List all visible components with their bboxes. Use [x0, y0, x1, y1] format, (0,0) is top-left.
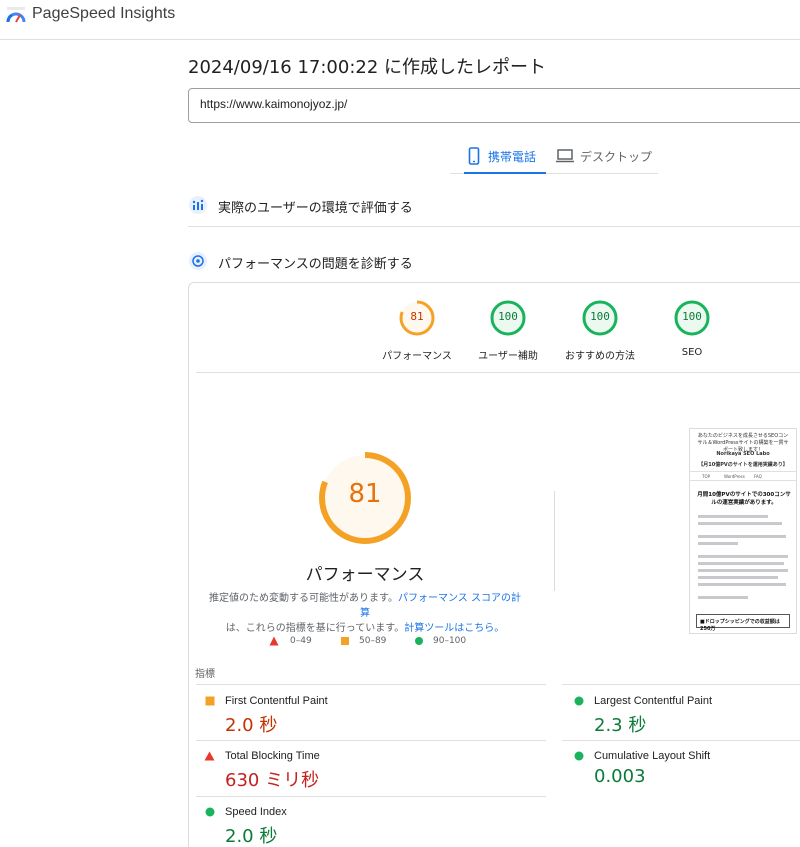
thumb-box-text: ■ドロップシッピングでの収益額は250万 — [696, 614, 790, 632]
pagespeed-logo-icon[interactable] — [5, 6, 27, 26]
metric-divider — [562, 740, 800, 741]
legend-pass-range: 90–100 — [433, 636, 467, 646]
thumb-headline: 月間10億PVのサイトでの300コンサルの運営実績があります。 — [697, 492, 791, 506]
legend-average-range: 50–89 — [359, 636, 387, 646]
thumb-nav: TOP WordPress FAQ — [690, 471, 796, 481]
score-note: 推定値のため変動する可能性があります。パフォーマンス スコアの計算 は、これらの… — [206, 591, 524, 636]
accessibility-score: 100 — [498, 310, 518, 323]
pass-circle-icon — [574, 696, 584, 706]
top-bar: PageSpeed Insights — [0, 0, 800, 40]
accessibility-gauge-label: ユーザー補助 — [478, 351, 538, 362]
thumb-tagline: 【月10億PVのサイトを運用実績あり】 — [698, 462, 788, 468]
device-tabs: 携帯電話 デスクトップ — [450, 138, 658, 174]
field-data-icon — [189, 196, 207, 214]
metric-tbt-name: Total Blocking Time — [225, 750, 320, 762]
metric-lcp-name: Largest Contentful Paint — [594, 695, 713, 707]
metric-divider — [196, 740, 546, 741]
metric-divider — [562, 684, 800, 685]
average-square-icon — [341, 637, 349, 645]
gauges-divider — [196, 372, 800, 373]
performance-gauge[interactable]: 81 — [399, 300, 435, 336]
metric-tbt-value: 630 ミリ秒 — [225, 770, 320, 791]
tab-desktop[interactable]: デスクトップ — [556, 138, 656, 174]
metric-fcp-name: First Contentful Paint — [225, 695, 328, 707]
pass-circle-icon — [574, 751, 584, 761]
performance-score: 81 — [410, 310, 424, 323]
accessibility-gauge[interactable]: 100 — [490, 300, 526, 336]
lab-data-label: パフォーマンスの問題を診断する — [218, 257, 413, 272]
seo-gauge[interactable]: 100 — [674, 300, 710, 336]
mobile-phone-icon — [468, 147, 480, 165]
field-data-label: 実際のユーザーの環境で評価する — [218, 201, 413, 216]
url-value: https://www.kaimonojyoz.jp/ — [200, 97, 348, 111]
thumb-site-name: Norikaya SEO Labo — [716, 451, 770, 457]
best-practices-score: 100 — [590, 310, 610, 323]
metric-fcp-value: 2.0 秒 — [225, 715, 278, 736]
metric-cls-value: 0.003 — [594, 766, 646, 787]
performance-big-label: パフォーマンス — [305, 565, 425, 585]
metric-lcp-value: 2.3 秒 — [594, 715, 647, 736]
thumb-nav-item: TOP — [702, 474, 711, 479]
performance-gauge-label: パフォーマンス — [382, 351, 452, 362]
tab-desktop-label: デスクトップ — [580, 150, 653, 164]
best-practices-gauge[interactable]: 100 — [582, 300, 618, 336]
metric-divider — [196, 796, 546, 797]
average-square-icon — [205, 696, 215, 706]
tab-mobile[interactable]: 携帯電話 — [464, 138, 546, 174]
pass-circle-icon — [205, 807, 215, 817]
report-title: 2024/09/16 17:00:22 に作成したレポート — [188, 57, 547, 78]
field-data-section[interactable]: 実際のユーザーの環境で評価する — [188, 185, 800, 227]
app-title[interactable]: PageSpeed Insights — [32, 5, 175, 23]
best-practices-gauge-label: おすすめの方法 — [565, 351, 635, 362]
vertical-divider — [554, 491, 555, 591]
page-screenshot-thumbnail[interactable]: あなたのビジネスを成長させるSEOコンサル＆WordPressサイトの構築を一貫… — [689, 428, 797, 634]
laptop-icon — [556, 149, 574, 163]
legend-fail-range: 0–49 — [290, 636, 312, 646]
calculator-link[interactable]: 計算ツールはこちら。 — [404, 623, 504, 634]
seo-score: 100 — [682, 310, 702, 323]
lab-data-icon — [189, 252, 207, 270]
pass-circle-icon — [415, 637, 423, 645]
thumb-nav-item: FAQ — [754, 474, 762, 479]
metric-cls-name: Cumulative Layout Shift — [594, 750, 711, 762]
tab-mobile-label: 携帯電話 — [488, 150, 537, 164]
seo-gauge-label: SEO — [681, 347, 703, 358]
score-note-middle: は、これらの指標を基に行っています。 — [225, 623, 405, 634]
score-note-prefix: 推定値のため変動する可能性があります。 — [209, 593, 398, 604]
lab-data-section[interactable]: パフォーマンスの問題を診断する — [188, 241, 800, 283]
fail-triangle-icon — [269, 636, 279, 646]
metric-si-value: 2.0 秒 — [225, 826, 278, 847]
metrics-heading: 指標 — [195, 669, 215, 680]
metric-si-name: Speed Index — [225, 806, 287, 818]
metric-divider — [196, 684, 546, 685]
fail-triangle-icon — [204, 751, 215, 761]
thumb-nav-item: WordPress — [724, 474, 745, 479]
url-input[interactable]: https://www.kaimonojyoz.jp/ — [188, 88, 800, 123]
performance-big-score: 81 — [348, 479, 382, 509]
